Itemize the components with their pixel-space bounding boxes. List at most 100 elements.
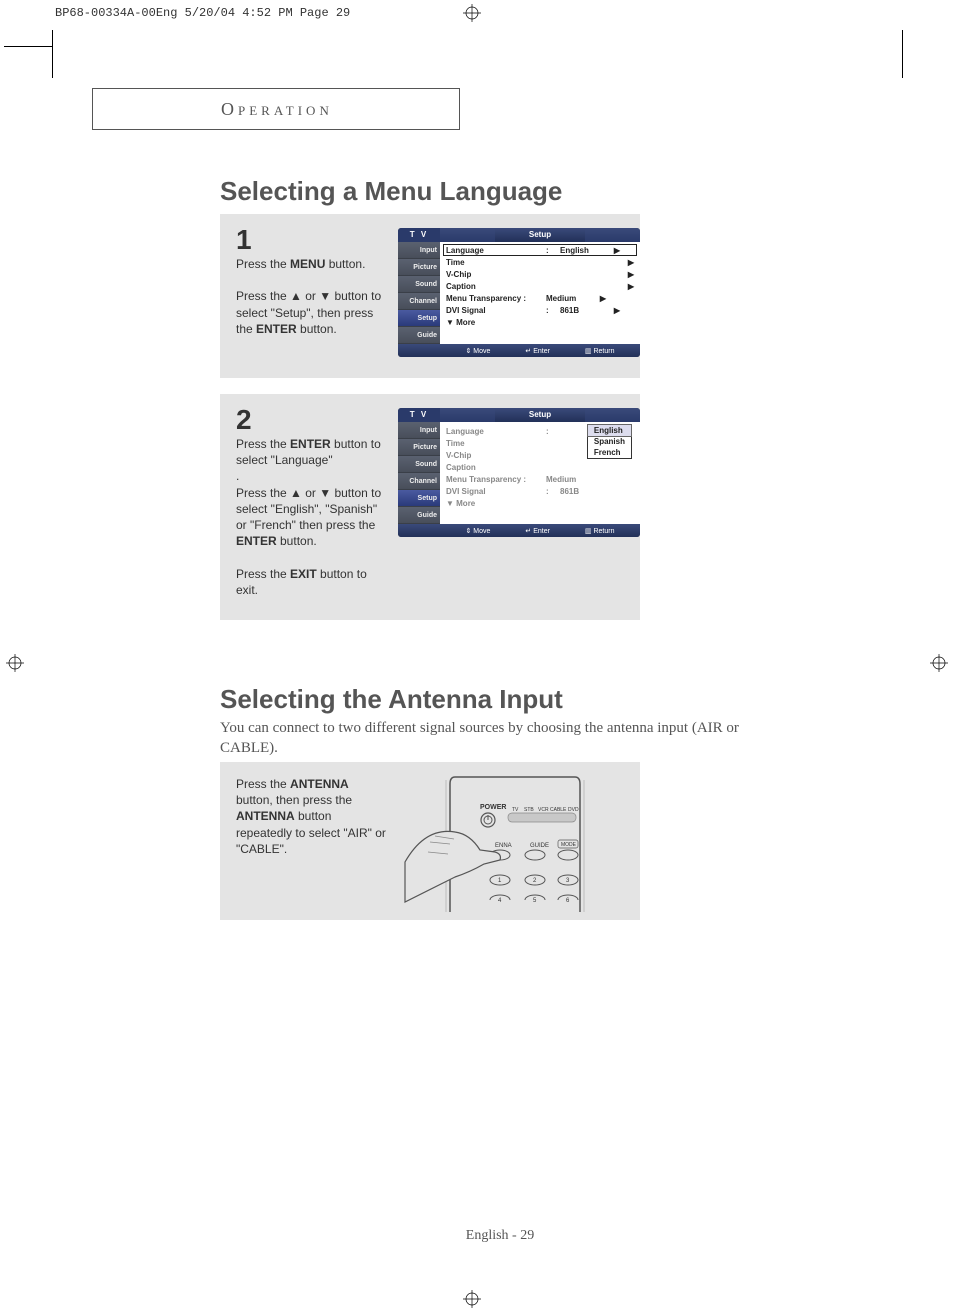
svg-text:5: 5 <box>533 898 537 904</box>
label: ▼ More <box>446 499 546 508</box>
menu-bold: MENU <box>290 257 325 271</box>
text: button. <box>277 534 317 548</box>
osd-tab-input: Input <box>398 242 440 259</box>
svg-text:STB: STB <box>524 807 534 813</box>
value: Medium <box>546 475 596 484</box>
print-job-header: BP68-00334A-00Eng 5/20/04 4:52 PM Page 2… <box>55 6 350 20</box>
osd-title: Setup <box>495 408 585 422</box>
label: Language <box>446 246 546 255</box>
osd-row-more: ▼ More <box>446 497 634 509</box>
label: V-Chip <box>446 270 546 279</box>
chevron-right-icon: ▶ <box>624 258 634 267</box>
section-header: Operation <box>221 99 333 120</box>
label: ▼ More <box>446 318 546 327</box>
colon: : <box>546 246 560 255</box>
osd-row-dvi: DVI Signal:861B <box>446 485 634 497</box>
mode-button <box>558 850 578 860</box>
label: Caption <box>446 463 546 472</box>
osd-footer: ⇕ Move ↵ Enter ▥ Return <box>398 344 640 357</box>
osd-tab-input: Input <box>398 422 440 439</box>
osd-row-menutrans: Menu Transparency :Medium▶ <box>446 292 634 304</box>
crop-mark <box>4 46 52 47</box>
text: button. <box>325 257 365 271</box>
label: Time <box>446 258 546 267</box>
step-panel-2: 2 Press the ENTER button to select "Lang… <box>220 394 640 620</box>
svg-text:ENNA: ENNA <box>495 843 512 849</box>
svg-text:VCR: VCR <box>538 807 549 813</box>
osd-row-language: Language : English ▶ <box>443 244 637 256</box>
osd-tab-guide: Guide <box>398 507 440 524</box>
osd-tv-label: T V <box>398 228 440 242</box>
chevron-right-icon: ▶ <box>596 294 606 303</box>
osd-tab-setup: Setup <box>398 490 440 507</box>
osd-row-caption: Caption ▶ <box>446 280 634 292</box>
exit-bold: EXIT <box>290 567 317 581</box>
label: Caption <box>446 282 546 291</box>
svg-text:DVD: DVD <box>568 807 579 813</box>
text: button. <box>297 322 337 336</box>
osd-row-vchip: V-Chip ▶ <box>446 268 634 280</box>
tv-osd-screenshot-1: T V Setup Input Picture Sound Channel Se… <box>398 228 640 357</box>
registration-mark-bottom-icon <box>463 1290 481 1308</box>
registration-mark-top-icon <box>463 4 481 22</box>
step-3-text: Press the ANTENNA button, then press the… <box>236 776 386 857</box>
power-label: POWER <box>480 804 506 811</box>
svg-text:2: 2 <box>533 878 537 884</box>
chevron-right-icon: ▶ <box>624 270 634 279</box>
osd-foot-move: ⇕ Move <box>465 347 490 355</box>
colon: : <box>546 427 560 436</box>
value: 861B <box>560 306 610 315</box>
step-number-1: 1 <box>236 224 252 256</box>
value: Medium <box>546 294 596 303</box>
enter-bold: ENTER <box>256 322 297 336</box>
osd-tab-channel: Channel <box>398 473 440 490</box>
value: 861B <box>560 487 610 496</box>
label: V-Chip <box>446 451 546 460</box>
chevron-right-icon: ▶ <box>624 282 634 291</box>
heading-selecting-menu-language: Selecting a Menu Language <box>220 176 562 207</box>
osd-sidebar: Input Picture Sound Channel Setup Guide <box>398 422 440 524</box>
osd-footer: ⇕ Move ↵ Enter ▥ Return <box>398 524 640 537</box>
dropdown-option-french: French <box>588 447 631 458</box>
osd-row-menutrans: Menu Transparency :Medium <box>446 473 634 485</box>
osd-row-time: Time ▶ <box>446 256 634 268</box>
label: DVI Signal <box>446 306 546 315</box>
osd-tab-guide: Guide <box>398 327 440 344</box>
label: Time <box>446 439 546 448</box>
osd-language-dropdown: English Spanish French <box>587 424 632 459</box>
svg-text:TV: TV <box>512 807 519 813</box>
text: Press the <box>236 257 290 271</box>
step-panel-antenna: Press the ANTENNA button, then press the… <box>220 762 640 920</box>
osd-tab-channel: Channel <box>398 293 440 310</box>
step-2-text: Press the ENTER button to select "Langua… <box>236 436 386 598</box>
label: DVI Signal <box>446 487 546 496</box>
osd-foot-return: ▥ Return <box>585 347 615 355</box>
svg-text:CABLE: CABLE <box>550 807 567 813</box>
heading-selecting-antenna-input: Selecting the Antenna Input <box>220 684 563 715</box>
antenna-bold: ANTENNA <box>290 777 349 791</box>
osd-row-dvi: DVI Signal:861B▶ <box>446 304 634 316</box>
text: Press the <box>236 437 290 451</box>
osd-row-caption: Caption <box>446 461 634 473</box>
text: Press the ▲ or ▼ button to select "Engli… <box>236 486 381 532</box>
antenna-bold: ANTENNA <box>236 809 295 823</box>
osd-foot-enter: ↵ Enter <box>525 347 550 355</box>
osd-foot-move: ⇕ Move <box>465 527 490 535</box>
label: Menu Transparency : <box>446 294 546 303</box>
registration-mark-left-icon <box>6 654 24 672</box>
enter-bold: ENTER <box>236 534 277 548</box>
text: button, then press the <box>236 793 352 807</box>
osd-sidebar: Input Picture Sound Channel Setup Guide <box>398 242 440 344</box>
crop-mark <box>902 30 903 78</box>
svg-text:1: 1 <box>498 878 502 884</box>
text: . <box>236 469 239 483</box>
section-header-box: Operation <box>92 88 460 130</box>
label: Menu Transparency : <box>446 475 546 484</box>
chevron-right-icon: ▶ <box>610 306 620 315</box>
page-footer: English - 29 <box>220 1228 780 1244</box>
svg-text:4: 4 <box>498 898 502 904</box>
osd-tab-picture: Picture <box>398 439 440 456</box>
text: Press the <box>236 777 290 791</box>
source-strip <box>508 813 576 822</box>
svg-text:MODE: MODE <box>561 842 577 848</box>
